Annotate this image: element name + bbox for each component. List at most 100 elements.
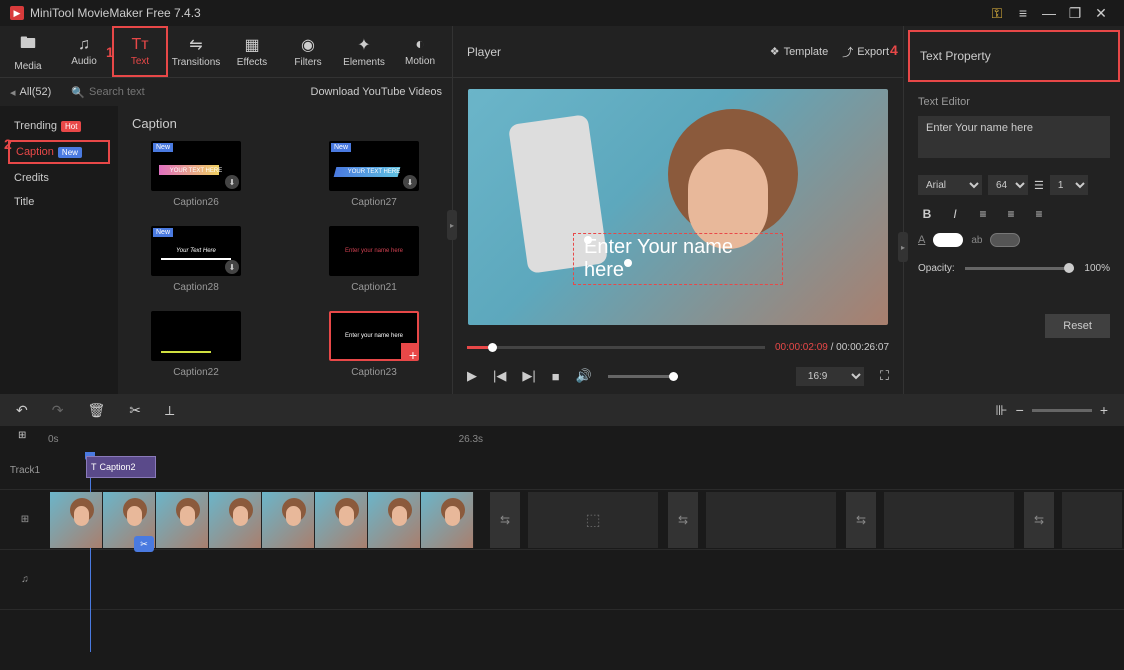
- caption-thumb-28[interactable]: NewYour Text Here⬇Caption28: [132, 226, 260, 293]
- text-clip[interactable]: TCaption2: [86, 456, 156, 478]
- text-color-swatch[interactable]: [933, 233, 963, 247]
- caption-thumb-22[interactable]: Caption22: [132, 311, 260, 378]
- empty-clip-slot[interactable]: [884, 492, 1014, 548]
- playhead[interactable]: [90, 452, 91, 652]
- align-left-button[interactable]: ≡: [974, 205, 992, 223]
- annotation-marker-1: 1: [106, 44, 114, 60]
- opacity-label: Opacity:: [918, 263, 955, 274]
- undo-button[interactable]: ↶: [16, 402, 28, 419]
- sidebar-item-caption[interactable]: CaptionNew: [8, 140, 110, 164]
- caption-thumb-26[interactable]: NewYOUR TEXT HERE⬇Caption26: [132, 141, 260, 208]
- text-content-input[interactable]: Enter Your name here: [918, 116, 1110, 158]
- key-icon[interactable]: ⚿: [984, 5, 1010, 22]
- delete-button[interactable]: 🗑: [87, 402, 105, 419]
- prev-frame-button[interactable]: |◀: [493, 368, 506, 384]
- line-height-select[interactable]: 1: [1050, 175, 1088, 195]
- align-right-button[interactable]: ≡: [1030, 205, 1048, 223]
- highlight-icon[interactable]: ab: [971, 235, 982, 246]
- export-button[interactable]: ⤴Export: [842, 44, 889, 60]
- reset-button[interactable]: Reset: [1045, 314, 1110, 338]
- tab-transitions[interactable]: ⇋Transitions: [168, 26, 224, 77]
- line-height-icon: ☰: [1034, 179, 1044, 192]
- play-button[interactable]: ▶: [467, 368, 477, 384]
- motion-icon: ◐: [415, 36, 425, 54]
- tab-elements[interactable]: ✦Elements: [336, 26, 392, 77]
- redo-button[interactable]: ↷: [52, 402, 64, 419]
- text-clip-icon: T: [91, 462, 97, 472]
- zoom-out-button[interactable]: −: [1016, 402, 1024, 418]
- template-button[interactable]: ❖Template: [770, 45, 829, 58]
- zoom-in-button[interactable]: +: [1100, 402, 1108, 418]
- volume-icon[interactable]: 🔊: [576, 368, 592, 384]
- sidebar-item-title[interactable]: Title: [0, 190, 118, 214]
- ruler-mark-1: 26.3s: [459, 434, 483, 445]
- annotation-marker-2: 2: [4, 136, 12, 152]
- folder-icon: 🖿: [20, 32, 36, 59]
- volume-slider[interactable]: [608, 375, 678, 378]
- align-center-button[interactable]: ≡: [1002, 205, 1020, 223]
- highlight-color-swatch[interactable]: [990, 233, 1020, 247]
- text-overlay[interactable]: Enter Your name here: [573, 233, 783, 285]
- close-icon[interactable]: ✕: [1088, 5, 1114, 22]
- opacity-slider[interactable]: [965, 267, 1075, 270]
- transition-slot[interactable]: ⇆: [490, 492, 520, 548]
- tab-filters[interactable]: ◉Filters: [280, 26, 336, 77]
- text-property-header: Text Property 4: [908, 30, 1120, 82]
- minimize-icon[interactable]: —: [1036, 5, 1062, 21]
- export-icon: ⤴: [842, 44, 853, 60]
- empty-clip-slot[interactable]: [1062, 492, 1122, 548]
- player-title: Player: [467, 45, 501, 59]
- add-caption-button[interactable]: +: [401, 343, 419, 361]
- all-count[interactable]: All(52): [20, 86, 52, 98]
- panel-expand-handle[interactable]: ▸: [447, 210, 457, 240]
- bold-button[interactable]: B: [918, 205, 936, 223]
- font-select[interactable]: Arial: [918, 175, 982, 195]
- download-icon[interactable]: ⬇: [225, 260, 239, 274]
- tab-audio[interactable]: ♫Audio: [56, 26, 112, 77]
- back-arrow-icon[interactable]: ◂: [10, 86, 16, 99]
- tab-text[interactable]: TᴛText: [112, 26, 168, 77]
- font-size-select[interactable]: 64: [988, 175, 1028, 195]
- caption-thumb-21[interactable]: Enter your name hereCaption21: [310, 226, 438, 293]
- opacity-value: 100%: [1084, 263, 1110, 274]
- download-youtube-link[interactable]: Download YouTube Videos: [311, 86, 443, 98]
- download-icon[interactable]: ⬇: [225, 175, 239, 189]
- aspect-ratio-select[interactable]: 16:9: [796, 367, 864, 386]
- caption-thumb-23[interactable]: Enter your name here+Caption233: [310, 311, 438, 378]
- seek-slider[interactable]: [467, 346, 765, 349]
- stop-button[interactable]: ■: [552, 369, 560, 384]
- tab-motion[interactable]: ◐Motion: [392, 26, 448, 77]
- italic-button[interactable]: I: [946, 205, 964, 223]
- video-preview[interactable]: Enter Your name here: [468, 89, 888, 325]
- transition-slot[interactable]: ⇆: [846, 492, 876, 548]
- transition-slot[interactable]: ⇆: [668, 492, 698, 548]
- fit-zoom-button[interactable]: ⊪: [995, 402, 1007, 419]
- split-button[interactable]: ✂: [129, 402, 141, 419]
- menu-icon[interactable]: ≡: [1010, 5, 1036, 21]
- tab-media[interactable]: 🖿Media: [0, 26, 56, 77]
- tab-effects[interactable]: ▦Effects: [224, 26, 280, 77]
- next-frame-button[interactable]: ▶|: [522, 368, 535, 384]
- captions-heading: Caption: [132, 116, 438, 131]
- add-track-button[interactable]: ⊞: [18, 430, 26, 441]
- zoom-slider[interactable]: [1032, 409, 1092, 412]
- panel-expand-handle[interactable]: ▸: [898, 232, 908, 262]
- text-icon: Tᴛ: [131, 36, 148, 54]
- crop-button[interactable]: ⟂: [165, 402, 174, 419]
- empty-clip-slot[interactable]: ⬚: [528, 492, 658, 548]
- empty-clip-slot[interactable]: [706, 492, 836, 548]
- sidebar-item-trending[interactable]: TrendingHot: [0, 114, 118, 138]
- caption-thumb-27[interactable]: NewYOUR TEXT HERE⬇Caption27: [310, 141, 438, 208]
- sidebar-item-credits[interactable]: Credits: [0, 166, 118, 190]
- video-clip[interactable]: ✂: [50, 492, 474, 548]
- download-icon[interactable]: ⬇: [403, 175, 417, 189]
- transition-slot[interactable]: ⇆: [1024, 492, 1054, 548]
- fullscreen-icon[interactable]: ⛶: [880, 368, 889, 384]
- maximize-icon[interactable]: ❐: [1062, 5, 1088, 22]
- track-label-1: Track1: [0, 465, 50, 476]
- text-color-icon[interactable]: A: [918, 234, 925, 246]
- split-badge-icon[interactable]: ✂: [134, 536, 154, 552]
- text-editor-label: Text Editor: [918, 96, 1110, 108]
- transition-icon: ⇋: [189, 35, 202, 55]
- search-input[interactable]: [89, 86, 189, 98]
